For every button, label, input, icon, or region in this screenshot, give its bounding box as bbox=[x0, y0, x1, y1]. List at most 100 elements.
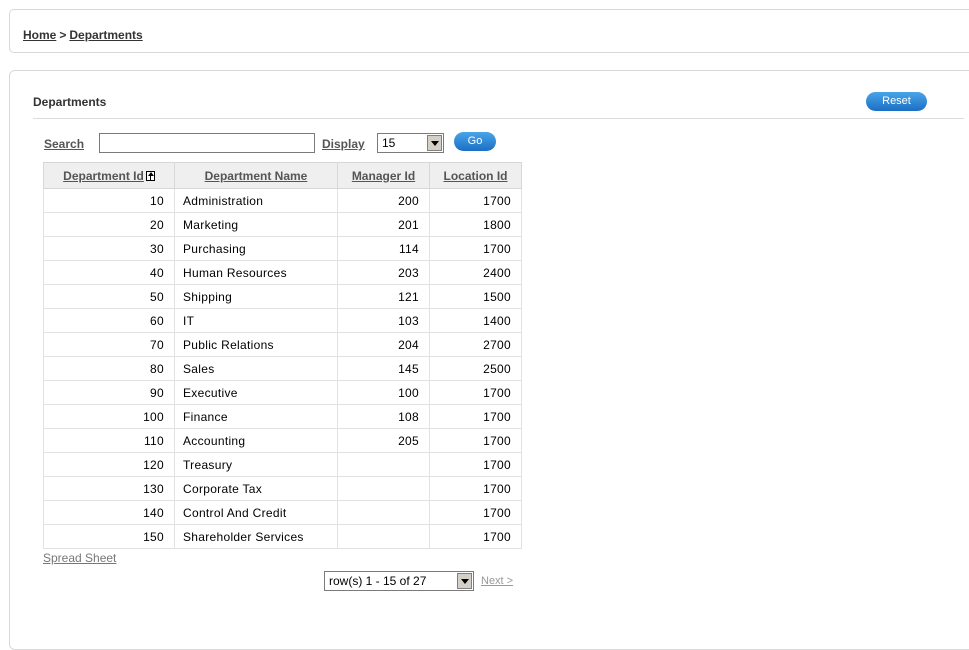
cell-location-id: 1800 bbox=[429, 212, 522, 237]
cell-department-name: Public Relations bbox=[174, 332, 338, 357]
go-button[interactable]: Go bbox=[454, 132, 496, 151]
cell-location-id: 1700 bbox=[429, 380, 522, 405]
display-label[interactable]: Display bbox=[322, 137, 365, 151]
breadcrumb: Home > Departments bbox=[23, 28, 143, 42]
cell-location-id: 1700 bbox=[429, 428, 522, 453]
column-header-department-name[interactable]: Department Name bbox=[174, 162, 338, 189]
cell-location-id: 2700 bbox=[429, 332, 522, 357]
cell-manager-id: 100 bbox=[337, 380, 430, 405]
table-row: 50 Shipping 121 1500 bbox=[43, 284, 522, 309]
cell-department-name: Finance bbox=[174, 404, 338, 429]
breadcrumb-current-link[interactable]: Departments bbox=[69, 28, 142, 42]
cell-location-id: 1700 bbox=[429, 236, 522, 261]
table-row: 130 Corporate Tax 1700 bbox=[43, 476, 522, 501]
cell-department-id: 60 bbox=[43, 308, 175, 333]
table-row: 110 Accounting 205 1700 bbox=[43, 428, 522, 453]
table-row: 150 Shareholder Services 1700 bbox=[43, 524, 522, 549]
cell-department-name: Purchasing bbox=[174, 236, 338, 261]
table-row: 120 Treasury 1700 bbox=[43, 452, 522, 477]
display-rows-value: 15 bbox=[382, 136, 396, 150]
breadcrumb-separator: > bbox=[59, 28, 67, 42]
cell-manager-id: 121 bbox=[337, 284, 430, 309]
cell-location-id: 2500 bbox=[429, 356, 522, 381]
cell-department-name: Shipping bbox=[174, 284, 338, 309]
cell-location-id: 1700 bbox=[429, 452, 522, 477]
breadcrumb-home-link[interactable]: Home bbox=[23, 28, 56, 42]
cell-department-id: 150 bbox=[43, 524, 175, 549]
table-row: 20 Marketing 201 1800 bbox=[43, 212, 522, 237]
cell-department-id: 70 bbox=[43, 332, 175, 357]
cell-department-name: Sales bbox=[174, 356, 338, 381]
cell-department-name: Accounting bbox=[174, 428, 338, 453]
table-row: 60 IT 103 1400 bbox=[43, 308, 522, 333]
cell-manager-id bbox=[337, 524, 430, 549]
cell-location-id: 1700 bbox=[429, 188, 522, 213]
cell-department-name: Administration bbox=[174, 188, 338, 213]
cell-department-id: 110 bbox=[43, 428, 175, 453]
cell-department-id: 20 bbox=[43, 212, 175, 237]
display-rows-select[interactable]: 15 bbox=[377, 133, 444, 153]
pagination-select[interactable]: row(s) 1 - 15 of 27 bbox=[324, 571, 474, 591]
cell-location-id: 1400 bbox=[429, 308, 522, 333]
cell-manager-id: 205 bbox=[337, 428, 430, 453]
cell-manager-id: 201 bbox=[337, 212, 430, 237]
cell-department-name: Human Resources bbox=[174, 260, 338, 285]
cell-manager-id: 204 bbox=[337, 332, 430, 357]
cell-department-name: Executive bbox=[174, 380, 338, 405]
cell-department-id: 40 bbox=[43, 260, 175, 285]
cell-location-id: 1700 bbox=[429, 500, 522, 525]
cell-location-id: 1500 bbox=[429, 284, 522, 309]
cell-department-name: IT bbox=[174, 308, 338, 333]
table-row: 80 Sales 145 2500 bbox=[43, 356, 522, 381]
region-title: Departments bbox=[33, 95, 107, 109]
cell-location-id: 1700 bbox=[429, 524, 522, 549]
cell-department-id: 90 bbox=[43, 380, 175, 405]
search-label[interactable]: Search bbox=[44, 137, 84, 151]
cell-manager-id bbox=[337, 476, 430, 501]
search-input[interactable] bbox=[99, 133, 315, 153]
reset-button[interactable]: Reset bbox=[866, 92, 927, 111]
cell-manager-id: 145 bbox=[337, 356, 430, 381]
cell-manager-id bbox=[337, 452, 430, 477]
spreadsheet-link[interactable]: Spread Sheet bbox=[43, 551, 116, 565]
table-row: 90 Executive 100 1700 bbox=[43, 380, 522, 405]
dropdown-arrow-icon[interactable] bbox=[457, 573, 472, 589]
dropdown-arrow-icon[interactable] bbox=[427, 135, 442, 151]
table-row: 140 Control And Credit 1700 bbox=[43, 500, 522, 525]
cell-department-name: Corporate Tax bbox=[174, 476, 338, 501]
cell-department-id: 30 bbox=[43, 236, 175, 261]
departments-table: Department Id Department Name Manager Id… bbox=[43, 162, 522, 549]
pagination-value: row(s) 1 - 15 of 27 bbox=[329, 574, 427, 588]
table-header-row: Department Id Department Name Manager Id… bbox=[43, 162, 522, 189]
column-header-location-id[interactable]: Location Id bbox=[429, 162, 522, 189]
cell-department-name: Marketing bbox=[174, 212, 338, 237]
sort-ascending-icon[interactable] bbox=[145, 170, 155, 181]
cell-manager-id: 114 bbox=[337, 236, 430, 261]
table-row: 40 Human Resources 203 2400 bbox=[43, 260, 522, 285]
cell-manager-id: 200 bbox=[337, 188, 430, 213]
cell-department-id: 100 bbox=[43, 404, 175, 429]
cell-manager-id: 103 bbox=[337, 308, 430, 333]
table-row: 70 Public Relations 204 2700 bbox=[43, 332, 522, 357]
column-header-manager-id[interactable]: Manager Id bbox=[337, 162, 430, 189]
cell-department-name: Treasury bbox=[174, 452, 338, 477]
cell-department-id: 80 bbox=[43, 356, 175, 381]
cell-manager-id bbox=[337, 500, 430, 525]
cell-department-id: 140 bbox=[43, 500, 175, 525]
region-divider bbox=[33, 118, 964, 119]
cell-location-id: 2400 bbox=[429, 260, 522, 285]
cell-department-id: 130 bbox=[43, 476, 175, 501]
next-page-link[interactable]: Next > bbox=[481, 575, 513, 587]
cell-department-id: 50 bbox=[43, 284, 175, 309]
column-header-department-id[interactable]: Department Id bbox=[43, 162, 175, 189]
table-row: 30 Purchasing 114 1700 bbox=[43, 236, 522, 261]
cell-department-id: 10 bbox=[43, 188, 175, 213]
cell-location-id: 1700 bbox=[429, 476, 522, 501]
cell-location-id: 1700 bbox=[429, 404, 522, 429]
cell-department-name: Control And Credit bbox=[174, 500, 338, 525]
breadcrumb-bar: Home > Departments bbox=[9, 9, 969, 53]
table-row: 100 Finance 108 1700 bbox=[43, 404, 522, 429]
cell-manager-id: 108 bbox=[337, 404, 430, 429]
cell-department-id: 120 bbox=[43, 452, 175, 477]
table-row: 10 Administration 200 1700 bbox=[43, 188, 522, 213]
